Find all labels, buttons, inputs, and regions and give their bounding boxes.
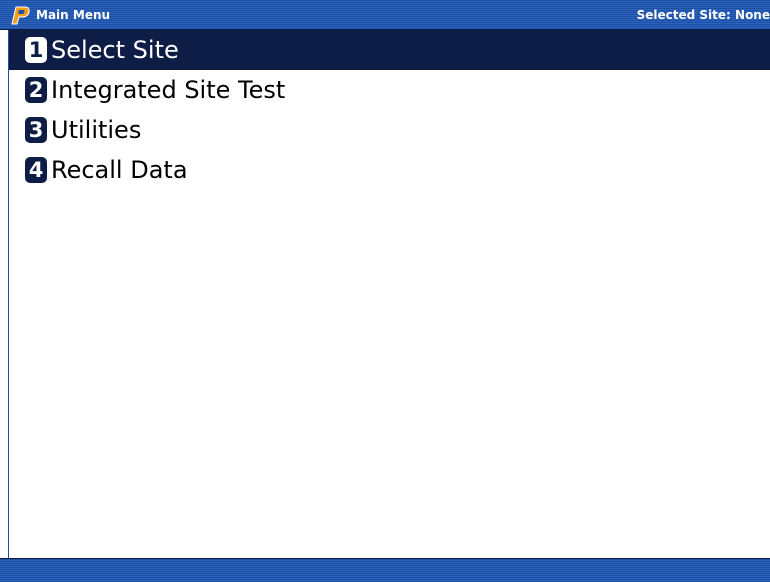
menu-item-number-badge: 1 [25,37,47,63]
menu-item-label: Integrated Site Test [51,76,286,104]
main-menu-screen: Main Menu Selected Site: None 1 Select S… [0,0,770,582]
menu-item-utilities[interactable]: 3 Utilities [9,110,770,150]
main-menu-list: 1 Select Site 2 Integrated Site Test 3 U… [9,30,770,190]
menu-item-label: Select Site [51,36,179,64]
menu-item-label: Recall Data [51,156,188,184]
menu-item-recall-data[interactable]: 4 Recall Data [9,150,770,190]
menu-item-number-badge: 3 [25,117,47,143]
window-title: Main Menu [36,8,111,22]
app-logo-icon [11,6,30,25]
menu-item-select-site[interactable]: 1 Select Site [9,30,770,70]
bottom-status-bar [0,558,770,582]
title-bar: Main Menu Selected Site: None [0,0,770,30]
menu-item-label: Utilities [51,116,142,144]
menu-item-number-badge: 4 [25,157,47,183]
selected-site-status: Selected Site: None [636,8,770,22]
menu-item-integrated-site-test[interactable]: 2 Integrated Site Test [9,70,770,110]
menu-item-number-badge: 2 [25,77,47,103]
